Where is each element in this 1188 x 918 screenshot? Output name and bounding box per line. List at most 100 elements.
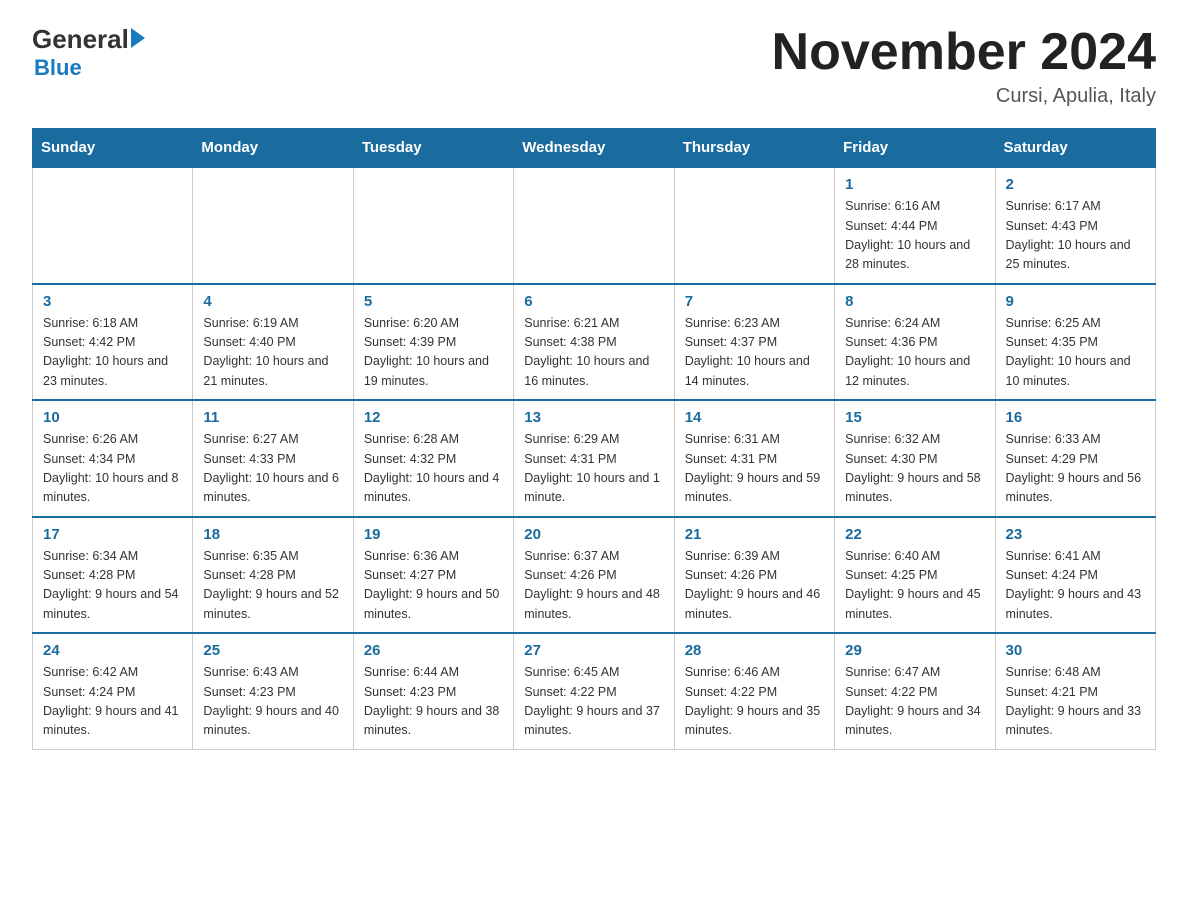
logo: General Blue (32, 24, 145, 81)
day-number: 5 (364, 293, 503, 310)
day-number: 16 (1006, 409, 1145, 426)
day-number: 14 (685, 409, 824, 426)
calendar-cell: 1 Sunrise: 6:16 AM Sunset: 4:44 PM Daylig… (835, 167, 995, 284)
calendar-cell: 13 Sunrise: 6:29 AM Sunset: 4:31 PM Dayli… (514, 400, 674, 517)
day-number: 4 (203, 293, 342, 310)
calendar-cell: 29 Sunrise: 6:47 AM Sunset: 4:22 PM Dayli… (835, 633, 995, 749)
day-info: Sunrise: 6:34 AM Sunset: 4:28 PM Dayligh… (43, 547, 182, 625)
calendar-cell: 9 Sunrise: 6:25 AM Sunset: 4:35 PM Daylig… (995, 284, 1155, 401)
day-number: 1 (845, 176, 984, 193)
day-number: 20 (524, 526, 663, 543)
day-info: Sunrise: 6:46 AM Sunset: 4:22 PM Dayligh… (685, 663, 824, 741)
day-number: 27 (524, 642, 663, 659)
day-info: Sunrise: 6:26 AM Sunset: 4:34 PM Dayligh… (43, 430, 182, 508)
day-info: Sunrise: 6:24 AM Sunset: 4:36 PM Dayligh… (845, 314, 984, 392)
day-info: Sunrise: 6:18 AM Sunset: 4:42 PM Dayligh… (43, 314, 182, 392)
day-number: 13 (524, 409, 663, 426)
week-row-1: 1 Sunrise: 6:16 AM Sunset: 4:44 PM Daylig… (33, 167, 1156, 284)
day-number: 24 (43, 642, 182, 659)
day-info: Sunrise: 6:25 AM Sunset: 4:35 PM Dayligh… (1006, 314, 1145, 392)
location-subtitle: Cursi, Apulia, Italy (772, 85, 1156, 108)
day-info: Sunrise: 6:40 AM Sunset: 4:25 PM Dayligh… (845, 547, 984, 625)
logo-general: General (32, 24, 129, 55)
day-header-friday: Friday (835, 129, 995, 168)
week-row-2: 3 Sunrise: 6:18 AM Sunset: 4:42 PM Daylig… (33, 284, 1156, 401)
calendar-cell: 23 Sunrise: 6:41 AM Sunset: 4:24 PM Dayli… (995, 517, 1155, 634)
day-number: 10 (43, 409, 182, 426)
calendar-table: SundayMondayTuesdayWednesdayThursdayFrid… (32, 128, 1156, 750)
calendar-cell (193, 167, 353, 284)
day-number: 8 (845, 293, 984, 310)
week-row-4: 17 Sunrise: 6:34 AM Sunset: 4:28 PM Dayli… (33, 517, 1156, 634)
day-number: 3 (43, 293, 182, 310)
calendar-cell: 16 Sunrise: 6:33 AM Sunset: 4:29 PM Dayli… (995, 400, 1155, 517)
week-row-3: 10 Sunrise: 6:26 AM Sunset: 4:34 PM Dayli… (33, 400, 1156, 517)
logo-blue: Blue (34, 55, 82, 81)
day-header-thursday: Thursday (674, 129, 834, 168)
calendar-cell (514, 167, 674, 284)
day-info: Sunrise: 6:47 AM Sunset: 4:22 PM Dayligh… (845, 663, 984, 741)
day-info: Sunrise: 6:44 AM Sunset: 4:23 PM Dayligh… (364, 663, 503, 741)
day-info: Sunrise: 6:42 AM Sunset: 4:24 PM Dayligh… (43, 663, 182, 741)
day-number: 29 (845, 642, 984, 659)
day-number: 23 (1006, 526, 1145, 543)
day-header-monday: Monday (193, 129, 353, 168)
day-number: 7 (685, 293, 824, 310)
calendar-cell: 18 Sunrise: 6:35 AM Sunset: 4:28 PM Dayli… (193, 517, 353, 634)
calendar-cell: 19Sunrise: 6:36 AM Sunset: 4:27 PM Dayli… (353, 517, 513, 634)
page-header: General Blue November 2024 Cursi, Apulia… (32, 24, 1156, 108)
day-info: Sunrise: 6:20 AM Sunset: 4:39 PM Dayligh… (364, 314, 503, 392)
calendar-cell: 20 Sunrise: 6:37 AM Sunset: 4:26 PM Dayli… (514, 517, 674, 634)
day-info: Sunrise: 6:28 AM Sunset: 4:32 PM Dayligh… (364, 430, 503, 508)
calendar-cell (33, 167, 193, 284)
day-info: Sunrise: 6:43 AM Sunset: 4:23 PM Dayligh… (203, 663, 342, 741)
calendar-cell: 5 Sunrise: 6:20 AM Sunset: 4:39 PM Daylig… (353, 284, 513, 401)
day-info: Sunrise: 6:21 AM Sunset: 4:38 PM Dayligh… (524, 314, 663, 392)
day-number: 22 (845, 526, 984, 543)
day-info: Sunrise: 6:23 AM Sunset: 4:37 PM Dayligh… (685, 314, 824, 392)
calendar-cell: 6 Sunrise: 6:21 AM Sunset: 4:38 PM Daylig… (514, 284, 674, 401)
day-info: Sunrise: 6:33 AM Sunset: 4:29 PM Dayligh… (1006, 430, 1145, 508)
title-area: November 2024 Cursi, Apulia, Italy (772, 24, 1156, 108)
day-info: Sunrise: 6:45 AM Sunset: 4:22 PM Dayligh… (524, 663, 663, 741)
calendar-cell: 10 Sunrise: 6:26 AM Sunset: 4:34 PM Dayli… (33, 400, 193, 517)
calendar-cell: 27 Sunrise: 6:45 AM Sunset: 4:22 PM Dayli… (514, 633, 674, 749)
calendar-cell (674, 167, 834, 284)
day-info: Sunrise: 6:37 AM Sunset: 4:26 PM Dayligh… (524, 547, 663, 625)
day-number: 6 (524, 293, 663, 310)
calendar-cell: 22 Sunrise: 6:40 AM Sunset: 4:25 PM Dayli… (835, 517, 995, 634)
day-number: 2 (1006, 176, 1145, 193)
day-header-wednesday: Wednesday (514, 129, 674, 168)
day-info: Sunrise: 6:35 AM Sunset: 4:28 PM Dayligh… (203, 547, 342, 625)
day-number: 9 (1006, 293, 1145, 310)
day-header-saturday: Saturday (995, 129, 1155, 168)
logo-triangle-icon (131, 28, 145, 48)
calendar-cell: 24 Sunrise: 6:42 AM Sunset: 4:24 PM Dayli… (33, 633, 193, 749)
calendar-cell: 8 Sunrise: 6:24 AM Sunset: 4:36 PM Daylig… (835, 284, 995, 401)
calendar-cell: 12 Sunrise: 6:28 AM Sunset: 4:32 PM Dayli… (353, 400, 513, 517)
calendar-cell: 30Sunrise: 6:48 AM Sunset: 4:21 PM Dayli… (995, 633, 1155, 749)
calendar-header-row: SundayMondayTuesdayWednesdayThursdayFrid… (33, 129, 1156, 168)
calendar-cell: 11Sunrise: 6:27 AM Sunset: 4:33 PM Dayli… (193, 400, 353, 517)
day-number: 17 (43, 526, 182, 543)
day-number: 25 (203, 642, 342, 659)
calendar-cell: 21 Sunrise: 6:39 AM Sunset: 4:26 PM Dayli… (674, 517, 834, 634)
day-number: 12 (364, 409, 503, 426)
month-title: November 2024 (772, 24, 1156, 81)
day-info: Sunrise: 6:19 AM Sunset: 4:40 PM Dayligh… (203, 314, 342, 392)
calendar-cell: 25 Sunrise: 6:43 AM Sunset: 4:23 PM Dayli… (193, 633, 353, 749)
day-number: 18 (203, 526, 342, 543)
day-header-tuesday: Tuesday (353, 129, 513, 168)
calendar-cell: 28Sunrise: 6:46 AM Sunset: 4:22 PM Dayli… (674, 633, 834, 749)
calendar-cell: 4 Sunrise: 6:19 AM Sunset: 4:40 PM Daylig… (193, 284, 353, 401)
calendar-cell: 3 Sunrise: 6:18 AM Sunset: 4:42 PM Daylig… (33, 284, 193, 401)
day-info: Sunrise: 6:41 AM Sunset: 4:24 PM Dayligh… (1006, 547, 1145, 625)
day-info: Sunrise: 6:39 AM Sunset: 4:26 PM Dayligh… (685, 547, 824, 625)
calendar-cell: 2Sunrise: 6:17 AM Sunset: 4:43 PM Daylig… (995, 167, 1155, 284)
day-info: Sunrise: 6:16 AM Sunset: 4:44 PM Dayligh… (845, 197, 984, 275)
day-number: 21 (685, 526, 824, 543)
day-info: Sunrise: 6:31 AM Sunset: 4:31 PM Dayligh… (685, 430, 824, 508)
day-info: Sunrise: 6:32 AM Sunset: 4:30 PM Dayligh… (845, 430, 984, 508)
day-info: Sunrise: 6:29 AM Sunset: 4:31 PM Dayligh… (524, 430, 663, 508)
calendar-cell: 15Sunrise: 6:32 AM Sunset: 4:30 PM Dayli… (835, 400, 995, 517)
